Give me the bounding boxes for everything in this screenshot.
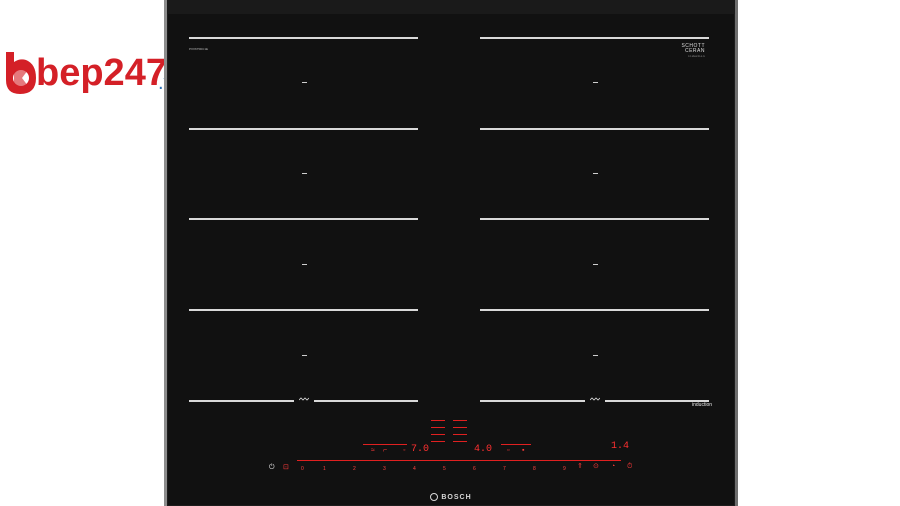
zone-divider [189,400,294,402]
zone-select-bar[interactable] [453,427,467,428]
zone-select-bar[interactable] [431,420,445,421]
slider-step[interactable]: 3 [383,466,386,472]
sensor-icon[interactable]: ▫ [507,447,509,455]
zone-divider [189,218,418,220]
slider-step[interactable]: 8 [533,466,536,472]
logo-word: bep247 [36,52,167,94]
brand-name: BOSCH [441,493,472,501]
wave-icon[interactable]: ≈ [371,447,375,455]
zone-select-bar[interactable] [453,420,467,421]
grid-icon[interactable]: ▪ [522,447,524,455]
logo-mark-icon [6,52,36,94]
slider-step[interactable]: 9 [563,466,566,472]
model-label: PXX675DC1E [189,47,209,51]
power-indicator-icon[interactable]: ◦ [403,447,405,455]
top-strip [167,0,735,14]
slider-step[interactable]: 6 [473,466,476,472]
brand-logo: BOSCH [167,493,735,501]
zone-select-bar[interactable] [453,441,467,442]
zone-divider [314,400,418,402]
timer-display: 1.4 [611,441,630,452]
zone-marker [593,173,598,174]
boost-button-icon[interactable]: ⇑ [577,463,583,471]
zone-divider [480,128,709,130]
zone-divider [480,400,585,402]
bosch-ring-icon [430,493,439,501]
slider-step[interactable]: 0 [301,466,304,472]
flex-zone-icon [299,397,309,401]
schott-sub: induction [688,54,705,58]
zone-marker [302,82,307,83]
zone-divider [480,218,709,220]
slider-step[interactable]: 5 [443,466,446,472]
cooktop: PXX675DC1E SCHOTT CERAN induction induct… [164,0,738,506]
power-button-icon[interactable]: ⏻ [269,464,275,472]
timer-button-icon[interactable]: ⊙ [593,463,599,471]
zone-select-bar[interactable] [431,441,445,442]
zone-select-bar[interactable] [431,434,445,435]
zone-marker [302,355,307,356]
stopwatch-icon[interactable]: ⏱ [627,463,632,471]
zone-marker [593,82,598,83]
slider-step[interactable]: 2 [353,466,356,472]
zone-marker [302,264,307,265]
glass-surface: PXX675DC1E SCHOTT CERAN induction induct… [167,0,735,506]
clock-icon[interactable]: ◔ [611,463,615,471]
left-power-display: 7.0 [411,444,430,455]
schott-ceran-label: SCHOTT CERAN induction [681,44,705,59]
zone-select-bar[interactable] [453,434,467,435]
slider-step[interactable]: 4 [413,466,416,472]
slider-track[interactable] [297,460,621,461]
panel-line [501,444,531,445]
slider-step[interactable]: 1 [323,466,326,472]
zone-select-bar[interactable] [431,427,445,428]
flex-zone-icon [590,397,600,401]
zone-marker [593,264,598,265]
power-slider[interactable]: 0 1 2 3 4 5 6 7 8 9 [283,466,663,474]
zone-marker [302,173,307,174]
panel-line [363,444,407,445]
zone-marker [593,355,598,356]
zone-divider [189,128,418,130]
zone-divider [189,37,418,39]
boost-icon[interactable]: ⌐ [383,447,387,455]
zone-divider [480,309,709,311]
induction-label: induction [692,402,713,408]
zone-divider [189,309,418,311]
zone-divider [480,37,709,39]
slider-step[interactable]: 7 [503,466,506,472]
middle-power-display: 4.0 [474,444,493,455]
